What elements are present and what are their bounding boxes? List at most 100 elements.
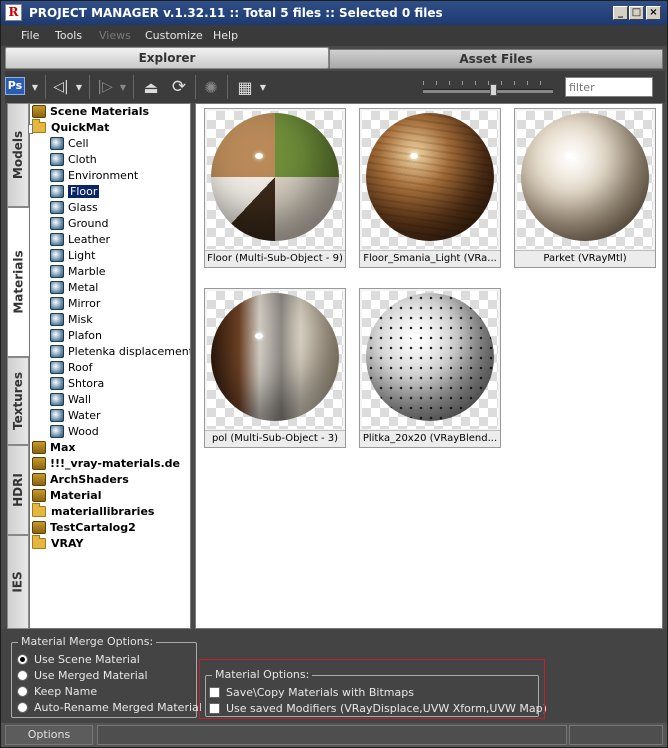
tab-ies[interactable]: IES bbox=[7, 535, 29, 629]
next-dropdown-arrow-icon[interactable]: ▼ bbox=[117, 75, 129, 99]
tree-item[interactable]: Marble bbox=[50, 263, 106, 279]
category-tabs: Models Materials Textures HDRI IES bbox=[7, 103, 29, 629]
tree-item[interactable]: Cell bbox=[50, 135, 89, 151]
menu-tools[interactable]: Tools bbox=[55, 29, 82, 42]
checker-dropdown-arrow-icon[interactable]: ▼ bbox=[257, 75, 269, 99]
tree-item[interactable]: Glass bbox=[50, 199, 98, 215]
menu-customize[interactable]: Customize bbox=[145, 29, 203, 42]
tree-item-label: Plafon bbox=[68, 328, 103, 342]
previous-icon[interactable]: ◁| bbox=[49, 75, 73, 99]
tab-hdri[interactable]: HDRI bbox=[7, 445, 29, 535]
tree-item[interactable]: Wall bbox=[50, 391, 91, 407]
material-icon bbox=[50, 312, 64, 326]
tab-models[interactable]: Models bbox=[7, 103, 29, 207]
menu-views[interactable]: Views bbox=[99, 29, 131, 42]
thumbnail-grid[interactable]: Floor (Multi-Sub-Object - 9) Floor_Smania… bbox=[195, 103, 663, 629]
tree-item[interactable]: Max bbox=[32, 439, 75, 455]
tree-item-label: Marble bbox=[68, 264, 106, 278]
tab-asset-files[interactable]: Asset Files bbox=[329, 49, 663, 69]
tree-item[interactable]: Material bbox=[32, 487, 101, 503]
tree-item[interactable]: Light bbox=[50, 247, 95, 263]
eject-icon[interactable]: ⏏ bbox=[139, 75, 163, 99]
radio-dot bbox=[17, 702, 28, 713]
material-icon bbox=[50, 376, 64, 390]
tree-expand-marker bbox=[28, 124, 33, 134]
tree-item[interactable]: Cloth bbox=[50, 151, 97, 167]
menu-file[interactable]: File bbox=[21, 29, 39, 42]
material-thumbnail[interactable]: Parket (VRayMtl) bbox=[514, 108, 656, 268]
radio-use-scene-material[interactable]: Use Scene Material bbox=[17, 653, 140, 666]
tree-item[interactable]: ArchShaders bbox=[32, 471, 129, 487]
material-icon bbox=[50, 280, 64, 294]
radio-dot bbox=[17, 654, 28, 665]
tree-item-label: QuickMat bbox=[51, 120, 110, 134]
material-library-icon bbox=[32, 472, 46, 486]
tree-item[interactable]: QuickMat bbox=[32, 118, 110, 135]
tab-materials[interactable]: Materials bbox=[7, 207, 29, 357]
filter-input[interactable] bbox=[565, 77, 653, 97]
radio-auto-rename[interactable]: Auto-Rename Merged Material bbox=[17, 701, 202, 714]
tree-item[interactable]: Roof bbox=[50, 359, 92, 375]
radio-keep-name[interactable]: Keep Name bbox=[17, 685, 97, 698]
tree-item[interactable]: Water bbox=[50, 407, 101, 423]
title-bar[interactable]: R PROJECT MANAGER v.1.32.11 :: Total 5 f… bbox=[1, 1, 667, 25]
tree-item[interactable]: Metal bbox=[50, 279, 98, 295]
minimize-button[interactable]: _ bbox=[613, 6, 628, 20]
material-thumbnail[interactable]: Floor_Smania_Light (VRa... bbox=[359, 108, 501, 268]
tab-explorer[interactable]: Explorer bbox=[5, 47, 329, 69]
tree-item[interactable]: VRAY bbox=[32, 534, 83, 551]
tree-item[interactable]: TestCartalog2 bbox=[32, 519, 136, 535]
tree-item[interactable]: Ground bbox=[50, 215, 108, 231]
tree-item[interactable]: Pletenka displacement bbox=[50, 343, 190, 359]
material-thumbnail[interactable]: Floor (Multi-Sub-Object - 9) bbox=[204, 108, 346, 268]
next-icon[interactable]: |▷ bbox=[93, 75, 117, 99]
material-sphere-preview bbox=[211, 293, 339, 421]
tree-item[interactable]: Misk bbox=[50, 311, 93, 327]
material-icon bbox=[50, 344, 64, 358]
menu-help[interactable]: Help bbox=[213, 29, 238, 42]
tree-item[interactable]: Environment bbox=[50, 167, 138, 183]
material-options-highlight bbox=[199, 659, 545, 719]
specular-highlight bbox=[255, 153, 263, 159]
tree-item[interactable]: Floor bbox=[50, 183, 100, 199]
options-button[interactable]: Options bbox=[5, 725, 93, 745]
tree-item[interactable]: Leather bbox=[50, 231, 110, 247]
maximize-button[interactable]: □ bbox=[629, 6, 644, 20]
material-library-icon bbox=[32, 104, 46, 118]
render-burst-icon[interactable]: ✺ bbox=[199, 75, 223, 99]
zoom-slider[interactable] bbox=[423, 89, 553, 93]
tree-item-label: Leather bbox=[68, 232, 111, 246]
tree-item[interactable]: !!!_vray-materials.de bbox=[32, 455, 180, 471]
tree-item-label: TestCartalog2 bbox=[50, 520, 136, 534]
tree-item-label: Metal bbox=[68, 280, 99, 294]
material-icon bbox=[50, 360, 64, 374]
merge-options-title: Material Merge Options: bbox=[18, 635, 157, 648]
material-icon bbox=[50, 328, 64, 342]
tree-item[interactable]: Wood bbox=[50, 423, 99, 439]
material-sphere-preview bbox=[521, 113, 649, 241]
tree-item-label: Wood bbox=[68, 424, 99, 438]
tree-item[interactable]: materiallibraries bbox=[32, 502, 154, 519]
tree-item[interactable]: Shtora bbox=[50, 375, 104, 391]
radio-use-merged-material[interactable]: Use Merged Material bbox=[17, 669, 148, 682]
close-button[interactable]: × bbox=[646, 6, 661, 20]
app-logo-icon: R bbox=[5, 4, 22, 21]
tree-item-label: Misk bbox=[68, 312, 93, 326]
previous-dropdown-arrow-icon[interactable]: ▼ bbox=[73, 75, 85, 99]
tab-textures[interactable]: Textures bbox=[7, 357, 29, 445]
refresh-icon[interactable]: ⟳ bbox=[167, 75, 191, 99]
material-tree[interactable]: Scene Materials QuickMat Cell Cloth Environm… bbox=[29, 103, 191, 629]
tree-item[interactable]: Mirror bbox=[50, 295, 100, 311]
tree-item[interactable]: Plafon bbox=[50, 327, 102, 343]
checker-background-icon[interactable]: ▦ bbox=[233, 75, 257, 99]
material-library-icon bbox=[32, 488, 46, 502]
material-thumbnail[interactable]: pol (Multi-Sub-Object - 3) bbox=[204, 288, 346, 448]
material-thumbnail[interactable]: Plitka_20x20 (VRayBlend... bbox=[359, 288, 501, 448]
photoshop-icon[interactable]: Ps bbox=[5, 77, 25, 95]
ps-dropdown-arrow-icon[interactable]: ▼ bbox=[29, 75, 41, 99]
material-library-icon bbox=[32, 456, 46, 470]
zoom-slider-thumb[interactable] bbox=[490, 84, 497, 96]
material-library-icon bbox=[32, 520, 46, 534]
material-icon bbox=[50, 200, 64, 214]
tree-item[interactable]: Scene Materials bbox=[32, 104, 149, 119]
